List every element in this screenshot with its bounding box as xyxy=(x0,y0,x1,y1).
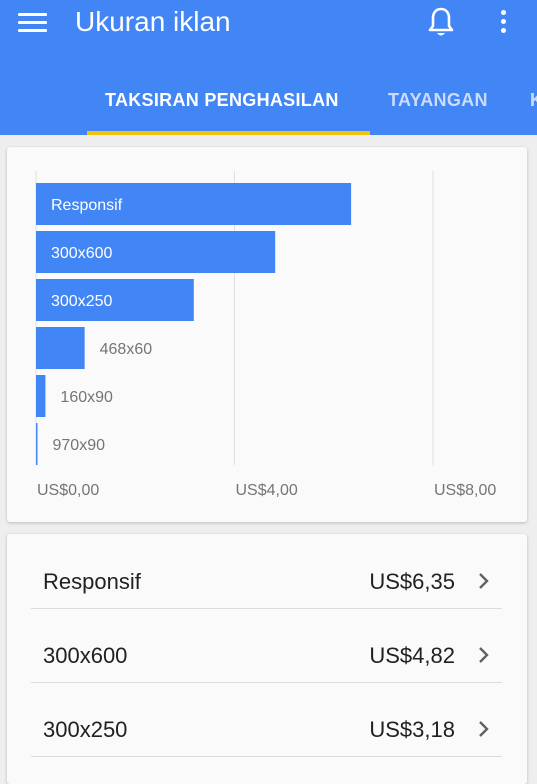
chevron-right-icon xyxy=(479,573,489,589)
bar-label: 300x250 xyxy=(51,293,112,310)
more-vert-icon[interactable] xyxy=(494,8,514,36)
row-name: 300x250 xyxy=(43,717,128,742)
tab-indicator xyxy=(87,131,370,135)
list-item[interactable]: 300x250 US$3,18 xyxy=(31,682,502,757)
app-bar: Ukuran iklan TAKSIRAN PENGHASILAN TAYANG… xyxy=(0,0,537,135)
list-item[interactable]: Responsif US$6,35 xyxy=(31,534,502,609)
ad-size-list: Responsif US$6,35 300x600 US$4,82 300x25… xyxy=(7,534,527,784)
bar-label: 160x90 xyxy=(60,389,113,406)
bar-label: 300x600 xyxy=(51,245,112,262)
chart-card: Responsif 300x600 300x250 468x60 160x90 970x9… xyxy=(7,147,527,522)
bar-970x90[interactable] xyxy=(36,423,38,465)
row-value: US$4,82 xyxy=(369,643,455,668)
row-name: 300x600 xyxy=(43,643,128,668)
x-tick-label: US$8,00 xyxy=(434,482,496,499)
row-value: US$6,35 xyxy=(369,569,455,594)
tab-estimated-earnings[interactable]: TAKSIRAN PENGHASILAN xyxy=(105,88,339,112)
bar-160x90[interactable] xyxy=(36,375,46,417)
tab-impressions[interactable]: TAYANGAN xyxy=(388,88,488,112)
bar-468x60[interactable] xyxy=(36,327,85,369)
list-item[interactable]: 300x600 US$4,82 xyxy=(31,608,502,683)
tab-next[interactable]: K xyxy=(530,88,537,112)
bar-label: 970x90 xyxy=(53,437,106,454)
row-value: US$3,18 xyxy=(369,717,455,742)
bell-icon[interactable] xyxy=(426,6,456,38)
chevron-right-icon xyxy=(479,647,489,663)
earnings-bar-chart: Responsif 300x600 300x250 468x60 160x90 970x9… xyxy=(35,171,496,499)
x-tick-label: US$0,00 xyxy=(37,482,99,499)
bar-label: 468x60 xyxy=(100,341,153,358)
row-name: Responsif xyxy=(43,569,141,594)
bar-label: Responsif xyxy=(51,197,123,214)
menu-icon[interactable] xyxy=(18,10,48,34)
x-tick-label: US$4,00 xyxy=(236,482,298,499)
page-title: Ukuran iklan xyxy=(75,6,231,37)
chevron-right-icon xyxy=(479,721,489,737)
